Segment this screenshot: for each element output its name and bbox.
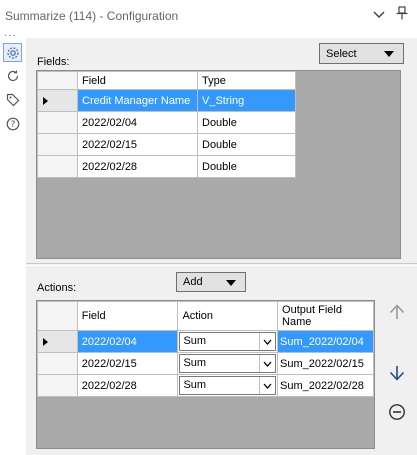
type-cell[interactable]: Double	[197, 133, 296, 156]
column-header-output-field-name[interactable]: Output Field Name	[277, 301, 374, 331]
table-row[interactable]: 2022/02/28 Sum Sum_2022/02/28	[37, 374, 374, 397]
column-header-action[interactable]: Action	[177, 301, 279, 331]
field-cell[interactable]: 2022/02/04	[77, 111, 198, 134]
row-selector[interactable]	[37, 374, 78, 397]
action-cell: Sum	[177, 374, 279, 397]
fields-label: Fields:	[37, 56, 70, 68]
select-dropdown[interactable]: Select	[319, 43, 404, 64]
tag-icon[interactable]	[3, 90, 22, 109]
chevron-down-icon[interactable]	[370, 6, 388, 24]
action-select[interactable]: Sum	[179, 332, 277, 351]
table-row[interactable]: 2022/02/04 Sum Sum_2022/02/04	[37, 330, 374, 353]
row-selector[interactable]	[37, 352, 78, 375]
row-selector[interactable]	[37, 155, 78, 178]
action-value: Sum	[183, 379, 207, 391]
action-cell: Sum	[177, 330, 279, 353]
dropdown-arrow-icon	[226, 280, 236, 286]
field-cell[interactable]: Credit Manager Name	[77, 89, 198, 112]
remove-icon[interactable]	[386, 401, 408, 423]
output-cell[interactable]: Sum_2022/02/15	[277, 352, 374, 375]
table-row[interactable]: 2022/02/15 Double	[37, 133, 296, 156]
pin-icon[interactable]	[393, 6, 411, 24]
chevron-down-icon[interactable]	[259, 355, 275, 372]
row-selector[interactable]	[37, 111, 78, 134]
action-select[interactable]: Sum	[179, 354, 277, 373]
row-pointer-icon	[43, 96, 48, 105]
field-cell[interactable]: 2022/02/28	[76, 374, 179, 397]
chevron-down-icon[interactable]	[259, 377, 275, 394]
output-cell[interactable]: Sum_2022/02/04	[277, 330, 374, 353]
field-cell[interactable]: 2022/02/15	[76, 352, 179, 375]
row-pointer-icon	[43, 337, 48, 346]
splitter-handle[interactable]	[26, 263, 417, 266]
grid-corner	[37, 301, 78, 331]
window-title: Summarize (114) - Configuration	[5, 9, 179, 23]
column-header-field[interactable]: Field	[76, 301, 179, 331]
row-selector[interactable]	[37, 89, 78, 112]
more-dots-icon[interactable]: ···	[4, 30, 17, 41]
select-dropdown-label: Select	[326, 47, 357, 60]
type-cell[interactable]: Double	[197, 155, 296, 178]
field-cell[interactable]: 2022/02/15	[77, 133, 198, 156]
action-value: Sum	[183, 335, 207, 347]
move-up-icon[interactable]	[386, 301, 408, 323]
action-value: Sum	[183, 357, 207, 369]
title-bar: Summarize (114) - Configuration	[0, 0, 417, 32]
fields-grid: Field Type Credit Manager Name V_String …	[36, 70, 401, 259]
add-dropdown-label: Add	[183, 276, 203, 288]
field-cell[interactable]: 2022/02/04	[76, 330, 179, 353]
column-header-field[interactable]: Field	[77, 71, 198, 90]
field-cell[interactable]: 2022/02/28	[77, 155, 198, 178]
dropdown-arrow-icon	[384, 51, 394, 57]
refresh-icon[interactable]	[3, 66, 22, 85]
table-row[interactable]: Credit Manager Name V_String	[37, 89, 296, 112]
grid-corner	[37, 71, 78, 90]
table-row[interactable]: 2022/02/15 Sum Sum_2022/02/15	[37, 352, 374, 375]
action-select[interactable]: Sum	[179, 376, 277, 395]
gear-icon[interactable]	[3, 43, 22, 62]
actions-grid: Field Action Output Field Name 2022/02/0…	[36, 300, 375, 449]
action-cell: Sum	[177, 352, 279, 375]
row-selector[interactable]	[37, 330, 78, 353]
chevron-down-icon[interactable]	[259, 333, 275, 350]
move-down-icon[interactable]	[386, 362, 408, 384]
type-cell[interactable]: Double	[197, 111, 296, 134]
table-row[interactable]: 2022/02/28 Double	[37, 155, 296, 178]
help-icon[interactable]: ?	[3, 114, 22, 133]
output-cell[interactable]: Sum_2022/02/28	[277, 374, 374, 397]
add-dropdown[interactable]: Add	[176, 272, 246, 292]
column-header-type[interactable]: Type	[197, 71, 296, 90]
actions-label: Actions:	[37, 282, 77, 294]
type-cell[interactable]: V_String	[197, 89, 296, 112]
svg-text:?: ?	[10, 120, 15, 130]
row-selector[interactable]	[37, 133, 78, 156]
table-row[interactable]: 2022/02/04 Double	[37, 111, 296, 134]
